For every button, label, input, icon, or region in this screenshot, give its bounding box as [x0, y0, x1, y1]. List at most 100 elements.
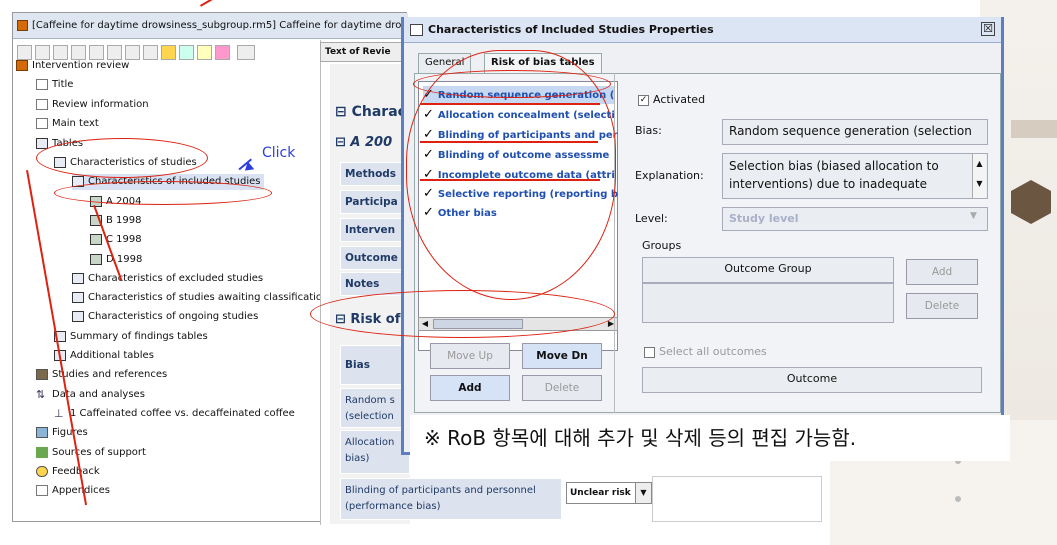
checkbox-icon: ✓ [638, 94, 649, 106]
app-icon [17, 19, 28, 31]
tree-label: Characteristics of studies awaiting clas… [88, 292, 329, 303]
highlight-circle [36, 138, 208, 178]
dialog-titlebar: Characteristics of Included Studies Prop… [404, 17, 1001, 43]
table-icon [36, 137, 48, 149]
document-icon [36, 484, 48, 496]
risk-select[interactable]: Unclear risk ▼ [566, 482, 652, 504]
risk-support-cell[interactable] [652, 476, 822, 522]
tree-label: Sources of support [52, 447, 146, 458]
study-icon [90, 233, 102, 245]
tree-node-char-excluded[interactable]: Characteristics of excluded studies [72, 271, 263, 287]
tree-node-study[interactable]: C 1998 [90, 232, 142, 248]
outline-tree: Intervention review Title Review informa… [16, 56, 331, 510]
tree-label: Review information [52, 99, 149, 110]
section-heading: ⊟ Charac [335, 104, 406, 120]
level-select[interactable]: Study level [722, 207, 988, 231]
tree-label: Appendices [52, 485, 111, 496]
tree-node-feedback[interactable]: Feedback [36, 464, 100, 480]
row-participants: Participa [340, 190, 410, 214]
tab-text-of-review[interactable]: Text of Revie [320, 42, 405, 62]
underline [420, 103, 600, 105]
tree-node-char-ongoing[interactable]: Characteristics of ongoing studies [72, 309, 258, 325]
study-icon [90, 253, 102, 265]
underline [420, 179, 600, 181]
groups-list[interactable] [642, 283, 894, 323]
review-icon [16, 59, 28, 71]
table-icon [72, 272, 84, 284]
select-all-label: Select all outcomes [659, 345, 767, 358]
document-icon [36, 78, 48, 90]
move-down-button[interactable]: Move Dn [522, 343, 602, 369]
question-icon [36, 465, 48, 477]
move-up-button[interactable]: Move Up [430, 343, 510, 369]
tree-label: Studies and references [52, 369, 168, 380]
tree-node-summary[interactable]: Summary of findings tables [54, 329, 208, 345]
decor-dot [955, 496, 961, 502]
tree-node-studies-refs[interactable]: Studies and references [36, 367, 167, 383]
highlight-circle [54, 181, 272, 205]
bias-row-blinding: Blinding of participants and personnel (… [340, 478, 562, 520]
window-title: [Caffeine for daytime drowsiness_subgrou… [32, 20, 402, 31]
sort-icon: ⇅ [36, 387, 46, 401]
tree-label: Characteristics of ongoing studies [88, 311, 259, 322]
explanation-scrollbar[interactable]: ▲ ▼ [972, 154, 986, 198]
study-heading: ⊟ A 200 [335, 135, 393, 150]
section-title: Charac [351, 104, 406, 120]
study-title: A 200 [350, 135, 393, 150]
tree-node-comparison[interactable]: ⊥ 1 Caffeinated coffee vs. decaffeinated … [54, 406, 295, 422]
explanation-label: Explanation: [635, 169, 704, 182]
tree-label: C 1998 [106, 234, 142, 245]
tree-node-char-awaiting[interactable]: Characteristics of studies awaiting clas… [72, 290, 328, 306]
tree-label: B 1998 [106, 215, 142, 226]
dialog-title: Characteristics of Included Studies Prop… [428, 23, 714, 36]
book-icon [36, 368, 48, 380]
tree-node-figures[interactable]: Figures [36, 425, 88, 441]
tree-label: Figures [52, 427, 88, 438]
row-outcomes: Outcome [340, 246, 410, 270]
tree-label: 1 Caffeinated coffee vs. decaffeinated c… [70, 408, 295, 419]
outcome-group-header: Outcome Group [642, 257, 894, 283]
bias-row-allocation: Allocation bias) [340, 430, 410, 474]
window-icon [410, 24, 423, 36]
highlight-circle [406, 50, 616, 300]
tree-node-root[interactable]: Intervention review [16, 58, 129, 74]
tree-label: Additional tables [70, 350, 154, 361]
bias-header: Bias [340, 345, 410, 385]
highlight-circle [310, 290, 615, 338]
close-icon[interactable]: ☒ [981, 22, 995, 36]
tree-node-additional[interactable]: Additional tables [54, 348, 154, 364]
activated-label: Activated [653, 93, 706, 106]
select-all-checkbox[interactable]: Select all outcomes [644, 345, 767, 358]
outcome-header: Outcome [642, 367, 982, 393]
tree-node-sources[interactable]: Sources of support [36, 445, 146, 461]
add-button[interactable]: Add [430, 375, 510, 401]
bias-label: Bias: [635, 124, 662, 137]
comparison-icon: ⊥ [54, 406, 64, 420]
chevron-down-icon[interactable]: ▼ [635, 483, 651, 503]
tree-node-data-analyses[interactable]: ⇅ Data and analyses [36, 387, 145, 403]
table-icon [72, 291, 84, 303]
tree-label: Title [52, 79, 74, 90]
tree-node-appendices[interactable]: Appendices [36, 483, 110, 499]
activated-checkbox[interactable]: ✓ Activated [638, 93, 705, 106]
explanation-field[interactable]: Selection bias (biased allocation to int… [722, 153, 988, 199]
tree-label: Main text [52, 118, 99, 129]
annotation-note: ※ RoB 항목에 대해 추가 및 삭제 등의 편집 가능함. [410, 415, 1010, 461]
risk-select-value: Unclear risk [570, 488, 631, 498]
tree-label: Intervention review [32, 60, 130, 71]
tree-node-title[interactable]: Title [36, 77, 73, 93]
window-titlebar: [Caffeine for daytime drowsiness_subgrou… [13, 13, 408, 39]
delete-button[interactable]: Delete [522, 375, 602, 401]
groups-label: Groups [642, 239, 682, 252]
group-delete-button[interactable]: Delete [906, 293, 978, 319]
figure-icon [36, 426, 48, 438]
chevron-down-icon[interactable]: ▼ [970, 211, 977, 221]
tree-node-review-info[interactable]: Review information [36, 97, 149, 113]
bias-field[interactable]: Random sequence generation (selection [722, 119, 988, 145]
group-add-button[interactable]: Add [906, 259, 978, 285]
panel-divider [614, 73, 615, 413]
tree-node-main-text[interactable]: Main text [36, 116, 99, 132]
level-label: Level: [635, 212, 668, 225]
tree-label: Characteristics of excluded studies [88, 273, 264, 284]
underline [420, 141, 598, 143]
